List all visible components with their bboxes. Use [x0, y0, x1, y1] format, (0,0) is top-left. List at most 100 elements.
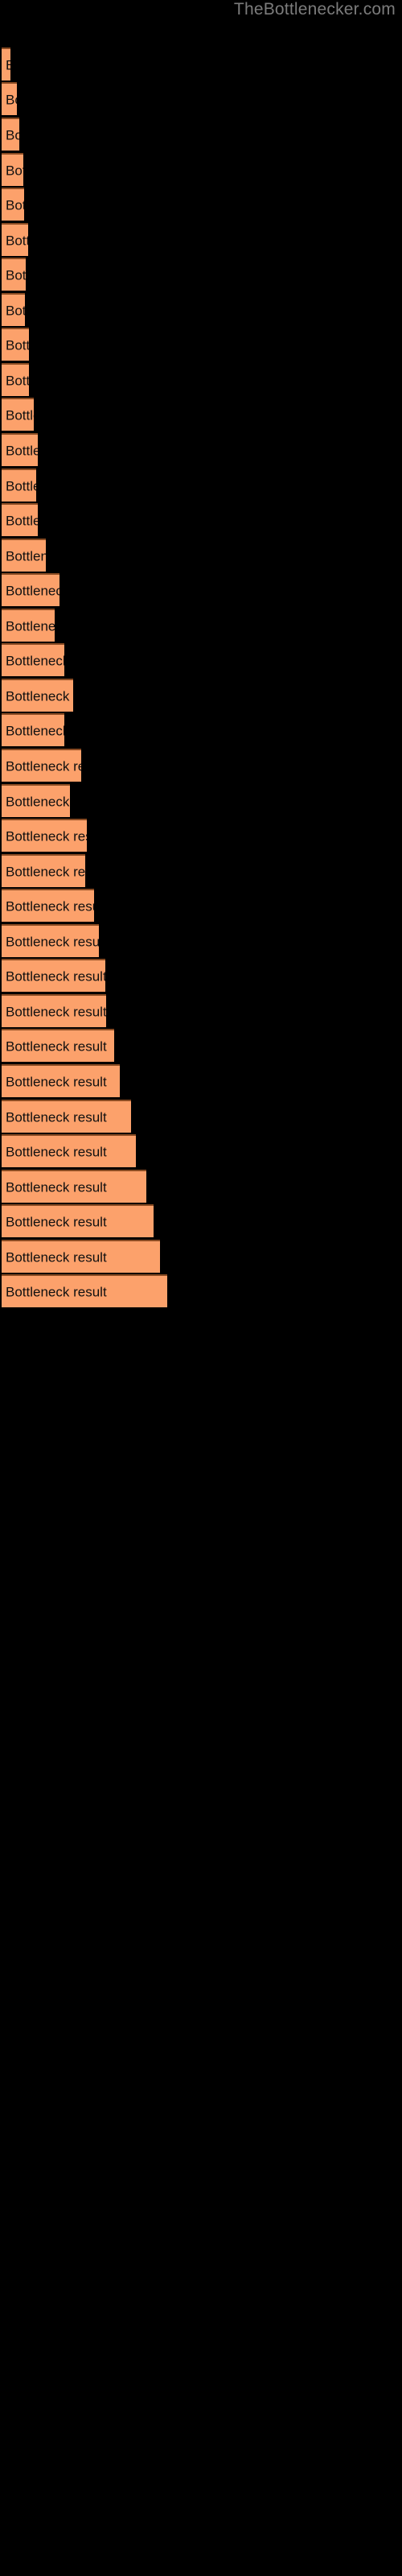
chart-bar[interactable]: Bottleneck result	[2, 47, 10, 80]
bar-value-label: Bottleneck result	[6, 267, 26, 283]
chart-bar[interactable]: Bottleneck result	[2, 153, 23, 186]
bar-value-label: Bottleneck result	[6, 864, 85, 879]
bar-row: Bottleneck result	[0, 398, 402, 431]
chart-bar[interactable]: Bottleneck result	[2, 1100, 131, 1133]
chart-bar[interactable]: Bottleneck result	[2, 924, 99, 957]
bar-value-label: Bottleneck result	[6, 618, 55, 634]
bar-row: Bottleneck result	[0, 1100, 402, 1133]
bar-value-label: Bottleneck result	[6, 1284, 107, 1299]
chart-bar[interactable]: Bottleneck result	[2, 1204, 154, 1237]
chart-bar[interactable]: Bottleneck result	[2, 854, 85, 887]
chart-bar[interactable]: Bottleneck result	[2, 643, 64, 676]
chart-bar[interactable]: Bottleneck result	[2, 1029, 114, 1062]
bar-value-label: Bottleneck result	[6, 478, 36, 493]
bar-row: Bottleneck result	[0, 328, 402, 361]
chart-bar[interactable]: Bottleneck result	[2, 82, 17, 115]
bar-row: Bottleneck result	[0, 188, 402, 221]
chart-bar[interactable]: Bottleneck result	[2, 433, 38, 466]
chart-bar[interactable]: Bottleneck result	[2, 784, 70, 817]
bar-row: Bottleneck result	[0, 1240, 402, 1273]
bar-row: Bottleneck result	[0, 573, 402, 606]
chart-bar[interactable]: Bottleneck result	[2, 1274, 167, 1307]
bar-value-label: Bottleneck result	[6, 407, 34, 423]
bar-row: Bottleneck result	[0, 784, 402, 817]
bar-value-label: Bottleneck result	[6, 758, 81, 774]
bar-value-label: Bottleneck result	[6, 233, 28, 248]
bar-row: Bottleneck result	[0, 994, 402, 1027]
bar-value-label: Bottleneck result	[6, 828, 87, 844]
bar-value-label: Bottleneck result	[6, 1109, 107, 1125]
bar-row: Bottleneck result	[0, 924, 402, 957]
bar-row: Bottleneck result	[0, 749, 402, 782]
bar-value-label: Bottleneck result	[6, 688, 73, 704]
chart-bar[interactable]: Bottleneck result	[2, 469, 36, 502]
chart-bar[interactable]: Bottleneck result	[2, 1240, 160, 1273]
bar-row: Bottleneck result	[0, 643, 402, 676]
chart-bar[interactable]: Bottleneck result	[2, 503, 38, 536]
chart-bar[interactable]: Bottleneck result	[2, 749, 81, 782]
bar-value-label: Bottleneck result	[6, 303, 25, 318]
bar-row: Bottleneck result	[0, 363, 402, 396]
bar-row: Bottleneck result	[0, 1134, 402, 1167]
chart-bar[interactable]: Bottleneck result	[2, 539, 46, 572]
bar-value-label: Bottleneck result	[6, 794, 70, 809]
bar-value-label: Bottleneck result	[6, 1074, 107, 1089]
chart-bar[interactable]: Bottleneck result	[2, 363, 29, 396]
bar-row: Bottleneck result	[0, 118, 402, 151]
chart-bar[interactable]: Bottleneck result	[2, 959, 105, 992]
chart-bar[interactable]: Bottleneck result	[2, 223, 28, 256]
bar-value-label: Bottleneck result	[6, 197, 24, 213]
bar-row: Bottleneck result	[0, 258, 402, 291]
chart-bar[interactable]: Bottleneck result	[2, 609, 55, 642]
chart-bar[interactable]: Bottleneck result	[2, 188, 24, 221]
bar-value-label: Bottleneck result	[6, 583, 59, 598]
chart-bar[interactable]: Bottleneck result	[2, 819, 87, 852]
bar-row: Bottleneck result	[0, 819, 402, 852]
chart-bar[interactable]: Bottleneck result	[2, 1170, 146, 1203]
chart-bar[interactable]: Bottleneck result	[2, 573, 59, 606]
chart-bar[interactable]: Bottleneck result	[2, 1064, 120, 1097]
bar-value-label: Bottleneck result	[6, 337, 29, 353]
bar-row: Bottleneck result	[0, 82, 402, 115]
bar-row: Bottleneck result	[0, 47, 402, 80]
bar-row: Bottleneck result	[0, 223, 402, 256]
bar-value-label: Bottleneck result	[6, 443, 38, 458]
bar-row: Bottleneck result	[0, 1064, 402, 1097]
bar-row: Bottleneck result	[0, 1029, 402, 1062]
bar-row: Bottleneck result	[0, 609, 402, 642]
bar-value-label: Bottleneck result	[6, 57, 10, 72]
chart-bar[interactable]: Bottleneck result	[2, 118, 19, 151]
bar-chart-plot-area: Bottleneck result Bottleneck result Bottle…	[0, 0, 402, 2576]
bar-value-label: Bottleneck result	[6, 1214, 107, 1229]
bar-row: Bottleneck result	[0, 959, 402, 992]
chart-bar[interactable]: Bottleneck result	[2, 679, 73, 712]
chart-bar[interactable]: Bottleneck result	[2, 258, 26, 291]
bar-row: Bottleneck result	[0, 153, 402, 186]
chart-bar[interactable]: Bottleneck result	[2, 328, 29, 361]
bar-value-label: Bottleneck result	[6, 1179, 107, 1195]
bar-value-label: Bottleneck result	[6, 1038, 107, 1054]
bar-value-label: Bottleneck result	[6, 127, 19, 142]
bar-value-label: Bottleneck result	[6, 1144, 107, 1159]
chart-page: TheBottlenecker.com Bottleneck resultBot…	[0, 0, 402, 2576]
chart-bar[interactable]: Bottleneck result	[2, 889, 94, 922]
bar-value-label: Bottleneck result	[6, 1004, 106, 1019]
bar-row: Bottleneck result	[0, 1274, 402, 1307]
chart-bar[interactable]: Bottleneck result	[2, 994, 106, 1027]
bar-row: Bottleneck result	[0, 433, 402, 466]
bar-row: Bottleneck result	[0, 854, 402, 887]
bar-row: Bottleneck result	[0, 469, 402, 502]
chart-bar[interactable]: Bottleneck result	[2, 293, 25, 326]
bar-value-label: Bottleneck result	[6, 934, 99, 949]
bar-row: Bottleneck result	[0, 679, 402, 712]
chart-bar[interactable]: Bottleneck result	[2, 398, 34, 431]
bar-value-label: Bottleneck result	[6, 163, 23, 178]
bar-value-label: Bottleneck result	[6, 968, 105, 984]
bar-value-label: Bottleneck result	[6, 1249, 107, 1265]
bar-row: Bottleneck result	[0, 293, 402, 326]
chart-bar[interactable]: Bottleneck result	[2, 1134, 136, 1167]
bar-value-label: Bottleneck result	[6, 513, 38, 528]
bar-row: Bottleneck result	[0, 1170, 402, 1203]
bar-value-label: Bottleneck result	[6, 653, 64, 668]
chart-bar[interactable]: Bottleneck result	[2, 713, 64, 746]
